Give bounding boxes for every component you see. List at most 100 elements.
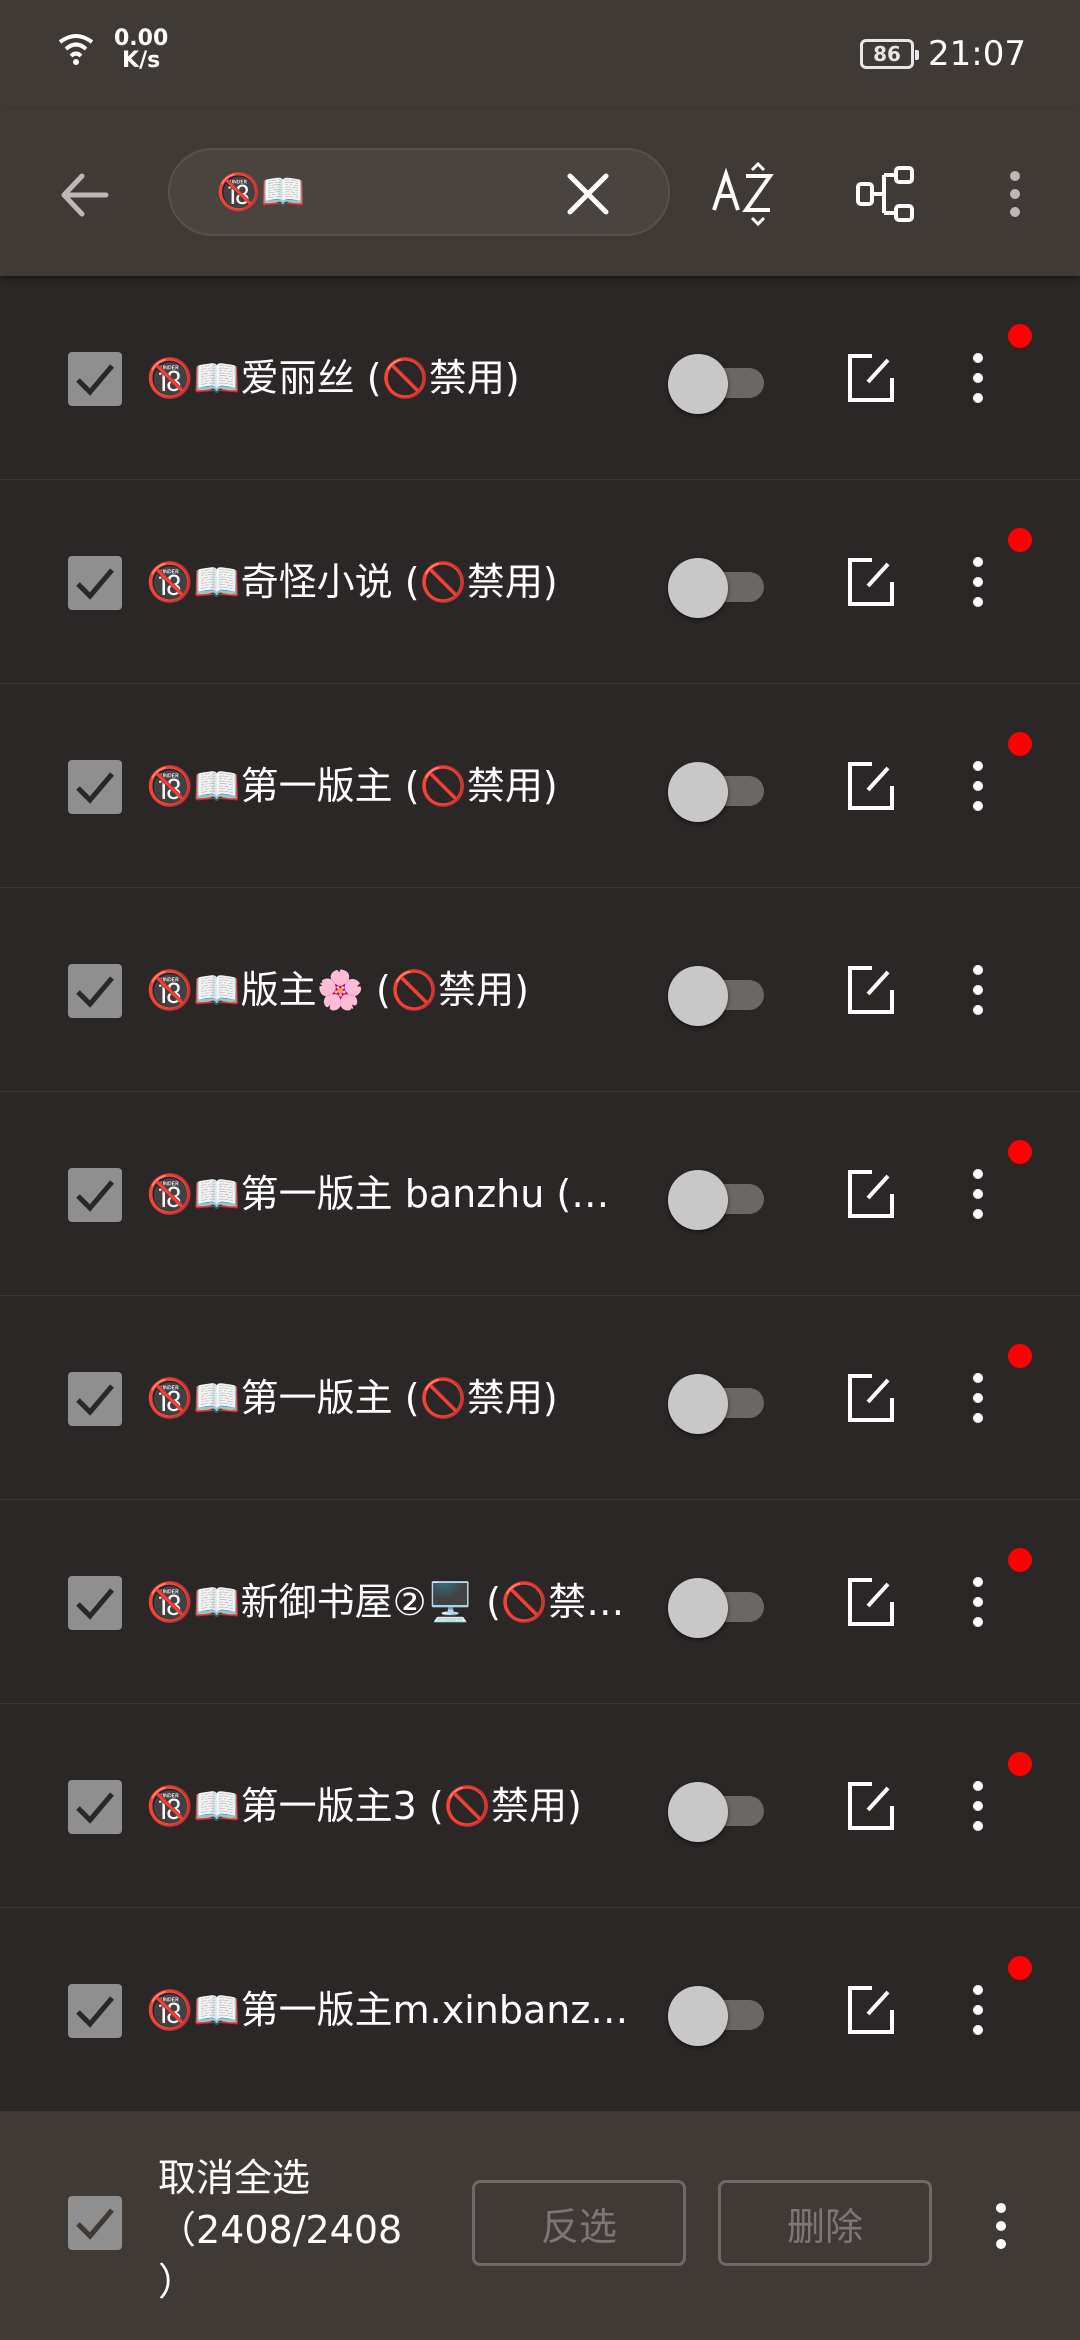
enable-switch[interactable]: [668, 1982, 768, 2046]
bottom-action-bar: 取消全选 （2408/2408 ） 反选 删除: [0, 2112, 1080, 2340]
edit-button[interactable]: [842, 350, 898, 406]
invert-selection-button[interactable]: 反选: [472, 2180, 686, 2266]
item-more-button[interactable]: [962, 758, 994, 814]
select-all-label[interactable]: 取消全选 （2408/2408 ）: [158, 2152, 428, 2308]
source-checkbox[interactable]: [68, 352, 122, 406]
back-button[interactable]: [50, 160, 120, 230]
close-icon: [567, 173, 609, 215]
list-item: 🔞📖第一版主3 (🚫禁用): [0, 1704, 1080, 1908]
edit-button[interactable]: [842, 1370, 898, 1426]
list-item: 🔞📖爱丽丝 (🚫禁用): [0, 276, 1080, 480]
update-badge: [1008, 1956, 1032, 1980]
wifi-icon: [56, 28, 96, 72]
delete-button[interactable]: 删除: [718, 2180, 932, 2266]
group-button[interactable]: [856, 164, 916, 224]
edit-icon: [848, 1782, 894, 1830]
item-more-button[interactable]: [962, 1370, 994, 1426]
edit-button[interactable]: [842, 1574, 898, 1630]
edit-icon: [848, 558, 894, 606]
checkmark-icon: [76, 1996, 114, 2028]
edit-button[interactable]: [842, 1166, 898, 1222]
edit-button[interactable]: [842, 554, 898, 610]
source-checkbox[interactable]: [68, 1168, 122, 1222]
item-more-button[interactable]: [962, 350, 994, 406]
list-item: 🔞📖第一版主 (🚫禁用): [0, 684, 1080, 888]
edit-button[interactable]: [842, 758, 898, 814]
status-right: 86 21:07: [860, 34, 1026, 74]
enable-switch[interactable]: [668, 1778, 768, 1842]
bottom-more-button[interactable]: [986, 2196, 1016, 2256]
enable-switch[interactable]: [668, 1166, 768, 1230]
item-more-button[interactable]: [962, 962, 994, 1018]
source-checkbox[interactable]: [68, 1780, 122, 1834]
more-vert-icon: [996, 2203, 1006, 2249]
item-more-button[interactable]: [962, 1166, 994, 1222]
source-name: 🔞📖第一版主m.xinbanz…: [146, 1988, 629, 2032]
edit-button[interactable]: [842, 1778, 898, 1834]
list-item: 🔞📖新御书屋②🖥️ (🚫禁…: [0, 1500, 1080, 1704]
enable-switch[interactable]: [668, 350, 768, 414]
enable-switch[interactable]: [668, 1370, 768, 1434]
item-more-button[interactable]: [962, 1982, 994, 2038]
enable-switch[interactable]: [668, 962, 768, 1026]
edit-icon: [848, 762, 894, 810]
network-speed-unit: K/s: [122, 48, 161, 73]
status-bar: 0.00 K/s 86 21:07: [0, 0, 1080, 110]
edit-icon: [848, 966, 894, 1014]
item-more-button[interactable]: [962, 1778, 994, 1834]
more-vert-icon: [973, 1169, 983, 1219]
sort-button[interactable]: [710, 161, 776, 228]
enable-switch[interactable]: [668, 758, 768, 822]
source-name: 🔞📖新御书屋②🖥️ (🚫禁…: [146, 1580, 625, 1624]
source-list: 🔞📖爱丽丝 (🚫禁用) 🔞📖奇怪小说 (🚫禁用) 🔞📖第一版主 (🚫禁用) 🔞📖…: [0, 276, 1080, 2112]
update-badge: [1008, 528, 1032, 552]
search-box[interactable]: [168, 148, 670, 236]
source-checkbox[interactable]: [68, 1576, 122, 1630]
checkmark-icon: [76, 568, 114, 600]
source-checkbox[interactable]: [68, 760, 122, 814]
more-vert-icon: [973, 761, 983, 811]
update-badge: [1008, 324, 1032, 348]
edit-icon: [848, 1374, 894, 1422]
update-badge: [1008, 732, 1032, 756]
edit-icon: [848, 354, 894, 402]
edit-button[interactable]: [842, 1982, 898, 2038]
search-input[interactable]: [214, 170, 518, 213]
checkmark-icon: [76, 772, 114, 804]
more-vert-icon: [973, 1577, 983, 1627]
source-checkbox[interactable]: [68, 1984, 122, 2038]
source-checkbox[interactable]: [68, 556, 122, 610]
checkmark-icon: [76, 1384, 114, 1416]
checkmark-icon: [76, 1180, 114, 1212]
battery-icon: 86: [860, 39, 920, 69]
more-menu-button[interactable]: [1000, 164, 1030, 224]
clear-search-button[interactable]: [560, 166, 616, 222]
network-speed: 0.00 K/s: [114, 28, 168, 72]
more-vert-icon: [973, 557, 983, 607]
more-vert-icon: [1010, 171, 1020, 217]
list-item: 🔞📖版主🌸 (🚫禁用): [0, 888, 1080, 1092]
list-item: 🔞📖第一版主 (🚫禁用): [0, 1296, 1080, 1500]
source-checkbox[interactable]: [68, 1372, 122, 1426]
update-badge: [1008, 1752, 1032, 1776]
checkmark-icon: [76, 976, 114, 1008]
more-vert-icon: [973, 965, 983, 1015]
source-name: 🔞📖奇怪小说 (🚫禁用): [146, 560, 558, 604]
enable-switch[interactable]: [668, 554, 768, 618]
item-more-button[interactable]: [962, 554, 994, 610]
enable-switch[interactable]: [668, 1574, 768, 1638]
clock: 21:07: [928, 34, 1026, 74]
edit-button[interactable]: [842, 962, 898, 1018]
checkmark-icon: [76, 1588, 114, 1620]
update-badge: [1008, 1344, 1032, 1368]
toolbar: [0, 110, 1080, 276]
sort-az-icon: [712, 161, 774, 227]
source-name: 🔞📖第一版主 banzhu (…: [146, 1172, 610, 1216]
item-more-button[interactable]: [962, 1574, 994, 1630]
source-checkbox[interactable]: [68, 964, 122, 1018]
source-name: 🔞📖第一版主 (🚫禁用): [146, 1376, 558, 1420]
select-all-checkbox[interactable]: [68, 2196, 122, 2250]
edit-icon: [848, 1170, 894, 1218]
list-item: 🔞📖奇怪小说 (🚫禁用): [0, 480, 1080, 684]
checkmark-icon: [76, 364, 114, 396]
